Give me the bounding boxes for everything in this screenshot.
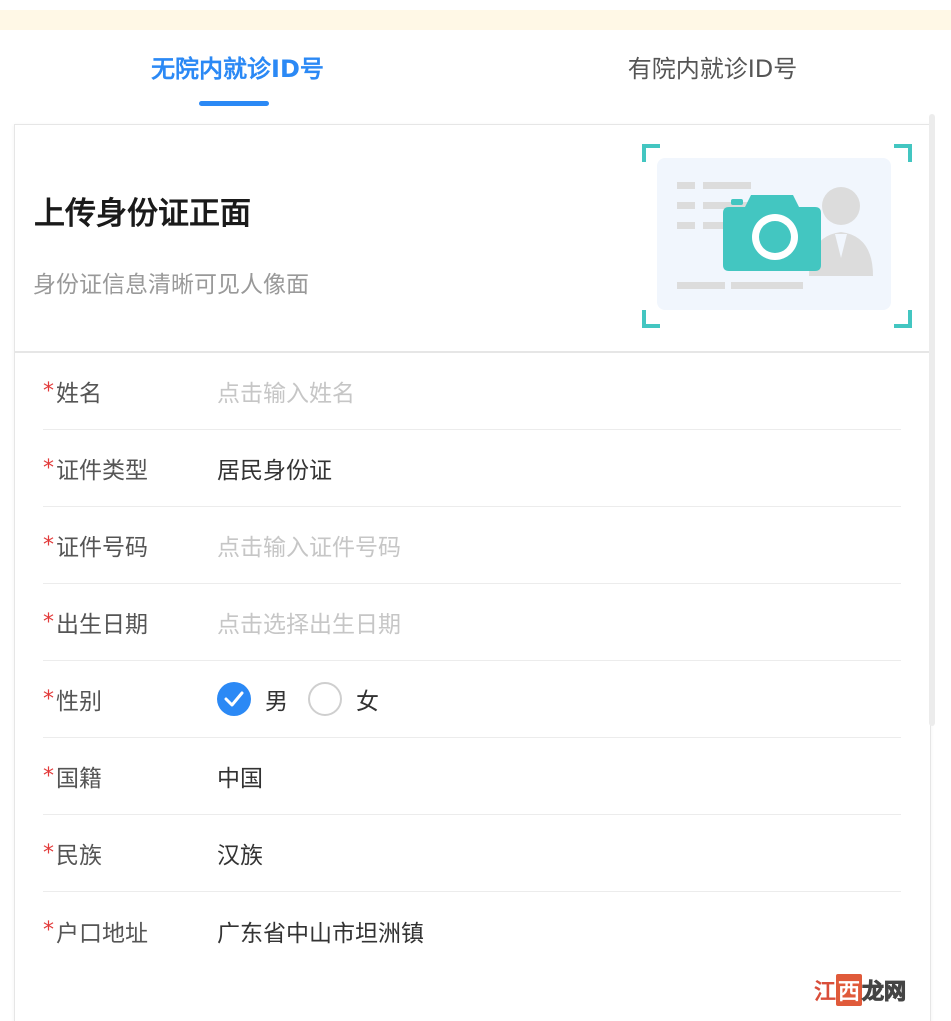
form-row-birth-date[interactable]: * 出生日期 点击选择出生日期 xyxy=(43,584,901,661)
patient-info-form: * 姓名 点击输入姓名 * 证件类型 居民身份证 * 证件号码 点击输入证件号码 * 出… xyxy=(43,353,901,969)
birth-date-picker[interactable]: 点击选择出生日期 xyxy=(217,605,401,639)
birth-date-label: * 出生日期 xyxy=(43,605,217,639)
ethnicity-label: * 民族 xyxy=(43,836,217,870)
address-input[interactable]: 广东省中山市坦洲镇 xyxy=(217,914,424,948)
form-row-gender[interactable]: * 性别 男 女 xyxy=(43,661,901,738)
id-number-label: * 证件号码 xyxy=(43,528,217,562)
required-mark: * xyxy=(43,609,54,635)
ethnicity-select[interactable]: 汉族 xyxy=(217,836,263,870)
id-type-label: * 证件类型 xyxy=(43,451,217,485)
form-row-id-number[interactable]: * 证件号码 点击输入证件号码 xyxy=(43,507,901,584)
address-label-text: 户口地址 xyxy=(56,920,148,947)
name-label: * 姓名 xyxy=(43,374,217,408)
ethnicity-label-text: 民族 xyxy=(56,843,102,869)
active-tab-indicator xyxy=(199,101,269,106)
watermark-text-3: 龙网 xyxy=(862,980,907,1006)
gender-female-label[interactable]: 女 xyxy=(356,682,379,716)
gender-label-text: 性别 xyxy=(56,689,102,715)
check-icon xyxy=(224,691,244,707)
camera-icon xyxy=(723,195,821,271)
tab-no-hospital-id[interactable]: 无院内就诊ID号 xyxy=(0,30,475,112)
address-label: * 户口地址 xyxy=(43,914,217,948)
form-row-nationality[interactable]: * 国籍 中国 xyxy=(43,738,901,815)
id-type-label-text: 证件类型 xyxy=(56,458,148,484)
notice-strip xyxy=(0,10,951,30)
id-card-capture-button[interactable] xyxy=(642,144,912,328)
nationality-label-text: 国籍 xyxy=(56,766,102,792)
watermark-text-2: 西 xyxy=(836,974,863,1006)
id-number-label-text: 证件号码 xyxy=(56,535,148,561)
frame-corner xyxy=(894,310,912,328)
id-type-select[interactable]: 居民身份证 xyxy=(217,451,332,485)
required-mark: * xyxy=(43,455,54,481)
form-row-id-type[interactable]: * 证件类型 居民身份证 xyxy=(43,430,901,507)
name-label-text: 姓名 xyxy=(56,381,102,407)
id-number-input[interactable]: 点击输入证件号码 xyxy=(217,528,401,562)
id-upload-section[interactable]: 上传身份证正面 身份证信息清晰可见人像面 xyxy=(15,125,930,353)
gender-female-radio[interactable] xyxy=(308,682,342,716)
nationality-label: * 国籍 xyxy=(43,759,217,793)
frame-corner xyxy=(642,310,660,328)
birth-date-label-text: 出生日期 xyxy=(56,612,148,638)
patient-form-card: 上传身份证正面 身份证信息清晰可见人像面 * 姓名 点击输入姓名 * 证件类型 … xyxy=(14,124,931,1021)
required-mark: * xyxy=(43,378,54,404)
id-tabs: 无院内就诊ID号 有院内就诊ID号 xyxy=(0,30,951,112)
required-mark: * xyxy=(43,840,54,866)
required-mark: * xyxy=(43,686,54,712)
nationality-select[interactable]: 中国 xyxy=(217,759,263,793)
frame-corner xyxy=(894,144,912,162)
name-input[interactable]: 点击输入姓名 xyxy=(217,374,355,408)
gender-male-label[interactable]: 男 xyxy=(265,682,288,716)
gender-label: * 性别 xyxy=(43,682,217,716)
required-mark: * xyxy=(43,918,54,943)
scrollbar[interactable] xyxy=(929,114,935,726)
gender-male-radio[interactable] xyxy=(217,682,251,716)
gender-radio-group: 男 女 xyxy=(217,682,399,716)
required-mark: * xyxy=(43,532,54,558)
required-mark: * xyxy=(43,763,54,789)
upload-title: 上传身份证正面 xyxy=(34,196,251,232)
site-watermark: 江 西 龙网 xyxy=(814,974,907,1006)
tab-has-hospital-id[interactable]: 有院内就诊ID号 xyxy=(475,30,950,112)
form-row-name[interactable]: * 姓名 点击输入姓名 xyxy=(43,353,901,430)
watermark-text-1: 江 xyxy=(814,980,837,1005)
form-row-address[interactable]: * 户口地址 广东省中山市坦洲镇 xyxy=(43,892,901,969)
upload-subtitle: 身份证信息清晰可见人像面 xyxy=(33,272,309,298)
form-row-ethnicity[interactable]: * 民族 汉族 xyxy=(43,815,901,892)
